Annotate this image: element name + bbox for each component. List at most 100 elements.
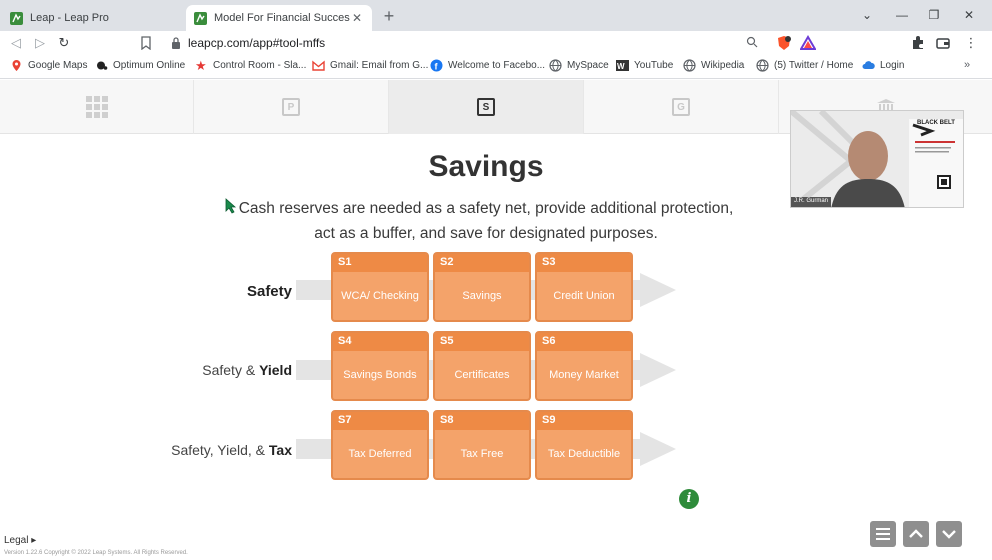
zoom-icon[interactable]	[746, 36, 758, 48]
cell-text: Tax Free	[460, 447, 504, 460]
cell-code: S4	[333, 333, 427, 351]
cloud-icon	[862, 61, 875, 69]
cell-s6[interactable]: S6 Money Market	[535, 331, 633, 401]
cell-code: S6	[537, 333, 631, 351]
cell-text: Tax Deductible	[547, 447, 621, 460]
bookmarks-overflow-icon[interactable]: »	[964, 59, 970, 71]
webcam-logo-text: BLACK BELT	[917, 120, 955, 126]
page-subtitle: Cash reserves are needed as a safety net…	[238, 200, 734, 242]
forward-icon[interactable]: ▷	[32, 34, 48, 52]
bookmark-youtube[interactable]: W YouTube	[616, 59, 673, 72]
facebook-icon: f	[430, 59, 443, 72]
bookmark-gmail[interactable]: Gmail: Email from G...	[312, 59, 428, 72]
minimize-icon[interactable]: —	[893, 6, 911, 24]
scroll-up-button[interactable]	[903, 521, 929, 547]
bookmark-wikipedia[interactable]: Wikipedia	[683, 59, 744, 72]
wallet-icon[interactable]	[935, 35, 951, 51]
cell-code: S9	[537, 412, 631, 430]
cell-s2[interactable]: S2 Savings	[433, 252, 531, 322]
cell-text: Savings Bonds	[343, 368, 417, 381]
row-label-safety: Safety	[246, 283, 292, 300]
bookmarks-bar: Google Maps Optimum Online ★ Control Roo…	[0, 55, 992, 79]
cell-text: Money Market	[549, 368, 619, 381]
row-label-safety-yield-tax: Safety, Yield, & Tax	[171, 442, 292, 458]
nav-letter-s: S	[477, 98, 495, 116]
tab-label: Leap - Leap Pro	[30, 12, 109, 24]
globe-icon	[756, 59, 769, 72]
nav-tab-s[interactable]: S	[389, 80, 584, 134]
legal-link[interactable]: Legal ▸	[4, 535, 36, 546]
globe-icon	[683, 59, 696, 72]
cell-text: Tax Deferred	[348, 447, 412, 460]
nav-tab-g[interactable]: G	[584, 80, 779, 134]
cell-text: WCA/ Checking	[341, 289, 419, 302]
cell-s5[interactable]: S5 Certificates	[433, 331, 531, 401]
bookmark-twitter[interactable]: (5) Twitter / Home	[756, 59, 853, 72]
scroll-down-button[interactable]	[936, 521, 962, 547]
nav-grid[interactable]	[0, 80, 194, 134]
webcam-name-tag: J.R. Gurman	[794, 198, 829, 204]
brave-shield-icon[interactable]	[776, 35, 792, 51]
cell-s8[interactable]: S8 Tax Free	[433, 410, 531, 480]
cell-code: S5	[435, 333, 529, 351]
tab-model-financial-success[interactable]: Model For Financial Success - Lea ✕	[186, 5, 372, 31]
extensions-puzzle-icon[interactable]	[910, 35, 926, 51]
cell-code: S7	[333, 412, 427, 430]
bookmark-google-maps[interactable]: Google Maps	[10, 59, 87, 72]
row-label-safety-yield: Safety & Yield	[202, 362, 292, 378]
back-icon[interactable]: ◁	[8, 34, 24, 52]
cell-s4[interactable]: S4 Savings Bonds	[331, 331, 429, 401]
nav-tab-p[interactable]: P	[194, 80, 389, 134]
grid-icon	[85, 96, 108, 118]
chevron-down-icon	[942, 530, 956, 539]
bookmark-optimum-online[interactable]: Optimum Online	[95, 59, 185, 72]
cell-s9[interactable]: S9 Tax Deductible	[535, 410, 633, 480]
new-tab-icon[interactable]: +	[380, 6, 398, 26]
bookmark-icon[interactable]	[140, 36, 152, 50]
bookmark-login[interactable]: Login	[862, 59, 904, 72]
bookmark-myspace[interactable]: MySpace	[549, 59, 609, 72]
close-window-icon[interactable]: ✕	[960, 6, 978, 24]
brave-rewards-icon[interactable]	[800, 35, 816, 51]
cell-s7[interactable]: S7 Tax Deferred	[331, 410, 429, 480]
cell-s3[interactable]: S3 Credit Union	[535, 252, 633, 322]
close-tab-icon[interactable]: ✕	[350, 11, 364, 25]
version-copyright: Version 1.22.6 Copyright © 2022 Leap Sys…	[4, 550, 188, 556]
cell-code: S8	[435, 412, 529, 430]
star-icon: ★	[195, 58, 207, 73]
restore-icon[interactable]: ❐	[925, 6, 943, 24]
hamburger-icon	[876, 528, 890, 540]
info-icon[interactable]: i	[679, 489, 699, 509]
cell-text: Certificates	[454, 368, 510, 381]
gmail-icon	[312, 60, 325, 71]
cell-code: S2	[435, 254, 529, 272]
optimum-icon	[97, 61, 108, 70]
cell-text: Savings	[462, 289, 502, 302]
chevron-up-icon	[909, 529, 923, 538]
tab-bar: Leap - Leap Pro Model For Financial Succ…	[0, 0, 992, 31]
globe-icon	[549, 59, 562, 72]
nav-letter-g: G	[672, 98, 690, 116]
menu-kebab-icon[interactable]: ⋮	[963, 34, 979, 52]
lock-icon	[172, 37, 180, 49]
youtube-icon: W	[616, 60, 629, 71]
browser-toolbar: ◁ ▷ ↻ leapcp.com/app#tool-mffs ⋮	[0, 31, 992, 55]
tab-search-icon[interactable]: ⌄	[858, 6, 876, 24]
cell-code: S3	[537, 254, 631, 272]
cell-text: Credit Union	[553, 289, 615, 302]
cell-code: S1	[333, 254, 427, 272]
bookmark-control-room[interactable]: ★ Control Room - Sla...	[195, 59, 306, 72]
tab-leap-pro[interactable]: Leap - Leap Pro	[2, 5, 184, 31]
reload-icon[interactable]: ↻	[56, 34, 72, 52]
menu-button[interactable]	[870, 521, 896, 547]
nav-letter-p: P	[282, 98, 300, 116]
leap-favicon-icon	[194, 11, 207, 25]
page-title: Savings	[428, 150, 544, 183]
browser-window: Leap - Leap Pro Model For Financial Succ…	[0, 0, 992, 560]
leap-favicon-icon	[10, 11, 23, 25]
bookmark-facebook[interactable]: f Welcome to Facebo...	[430, 59, 545, 72]
cell-s1[interactable]: S1 WCA/ Checking	[331, 252, 429, 322]
maps-pin-icon	[12, 60, 21, 71]
tab-label: Model For Financial Success - Lea	[214, 12, 350, 24]
svg-text:W: W	[617, 62, 625, 71]
